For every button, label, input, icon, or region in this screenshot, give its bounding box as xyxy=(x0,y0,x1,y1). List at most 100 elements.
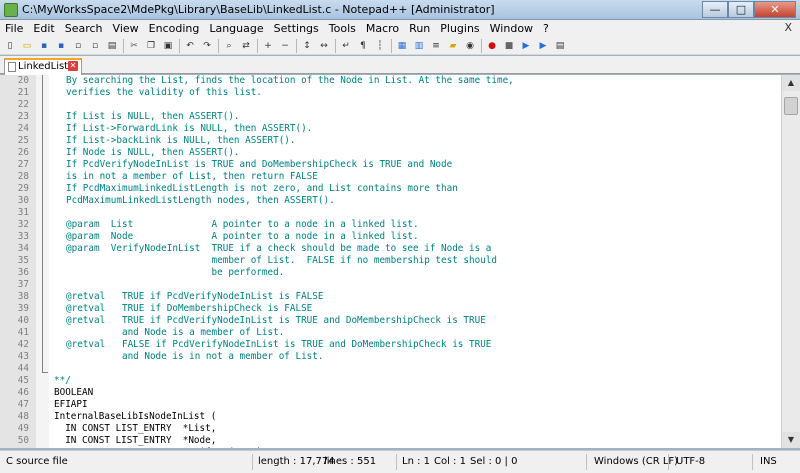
line-number: 49 xyxy=(17,423,29,434)
find-icon[interactable]: ⌕ xyxy=(222,39,236,53)
line-number: 50 xyxy=(17,435,29,446)
tab-close-icon[interactable]: ✕ xyxy=(68,61,78,71)
word-wrap-icon[interactable]: ↵ xyxy=(339,39,353,53)
status-file-type: C source file xyxy=(6,456,68,467)
code-editor[interactable]: 20 By searching the List, finds the locat… xyxy=(0,75,800,448)
line-number: 29 xyxy=(17,183,29,194)
code-line: 26 If Node is NULL, then ASSERT(). xyxy=(0,147,781,159)
toolbar-separator xyxy=(218,38,219,53)
close-all-icon[interactable]: ▫ xyxy=(88,39,102,53)
menu-run[interactable]: Run xyxy=(404,22,435,35)
line-text: BOOLEAN xyxy=(54,387,94,398)
code-line: 44 xyxy=(0,363,781,375)
line-number: 51 xyxy=(0,447,29,448)
menu-file[interactable]: File xyxy=(0,22,28,35)
scroll-up-icon[interactable]: ▲ xyxy=(782,75,800,91)
function-list-icon[interactable]: ≡ xyxy=(429,39,443,53)
close-file-icon[interactable]: ▫ xyxy=(71,39,85,53)
user-language-icon[interactable]: ▦ xyxy=(395,39,409,53)
code-line: 29 If PcdMaximumLinkedListLength is not z… xyxy=(0,183,781,195)
line-number: 26 xyxy=(17,147,29,158)
save-icon[interactable]: ▪ xyxy=(37,39,51,53)
line-number: 25 xyxy=(17,135,29,146)
menu-edit[interactable]: Edit xyxy=(28,22,59,35)
line-number: 38 xyxy=(17,291,29,302)
zoom-in-icon[interactable]: + xyxy=(261,39,275,53)
new-file-icon[interactable]: ▯ xyxy=(3,39,17,53)
doc-map-icon[interactable]: ▥ xyxy=(412,39,426,53)
menu-language[interactable]: Language xyxy=(204,22,268,35)
menu-macro[interactable]: Macro xyxy=(361,22,404,35)
paste-icon[interactable]: ▣ xyxy=(161,39,175,53)
line-number: 37 xyxy=(17,279,29,290)
line-number: 43 xyxy=(17,351,29,362)
monitoring-icon[interactable]: ◉ xyxy=(463,39,477,53)
line-number: 30 xyxy=(17,195,29,206)
code-line: 34 @param VerifyNodeInList TRUE if a chec… xyxy=(0,243,781,255)
code-line: 41 and Node is a member of List. xyxy=(0,327,781,339)
menu-help[interactable]: ? xyxy=(538,22,554,35)
maximize-button[interactable]: □ xyxy=(728,1,754,18)
sync-vertical-icon[interactable]: ↕ xyxy=(300,39,314,53)
title-bar: C:\MyWorksSpace2\MdePkg\Library\BaseLib\… xyxy=(0,0,800,20)
code-line: 46 BOOLEAN xyxy=(0,387,781,399)
play-macro-icon[interactable]: ▶ xyxy=(519,39,533,53)
line-number: 47 xyxy=(17,399,29,410)
menu-plugins[interactable]: Plugins xyxy=(435,22,484,35)
line-text: be performed. xyxy=(66,267,285,278)
line-number: 48 xyxy=(17,411,29,422)
zoom-out-icon[interactable]: − xyxy=(278,39,292,53)
line-text: verifies the validity of this list. xyxy=(66,87,262,98)
scrollbar-thumb[interactable] xyxy=(784,97,798,115)
notepadpp-app-icon xyxy=(4,3,18,17)
line-number: 40 xyxy=(17,315,29,326)
line-number: 42 xyxy=(17,339,29,350)
close-window-button[interactable]: ✕ xyxy=(754,1,796,18)
status-lines: lines : 551 xyxy=(324,456,377,467)
code-line: 28 is in not a member of List, then retur… xyxy=(0,171,781,183)
close-document-button[interactable]: X xyxy=(784,21,792,34)
indent-guide-icon[interactable]: ┆ xyxy=(373,39,387,53)
save-macro-icon[interactable]: ▤ xyxy=(553,39,567,53)
undo-icon[interactable]: ↶ xyxy=(183,39,197,53)
line-number: 23 xyxy=(17,111,29,122)
scroll-down-icon[interactable]: ▼ xyxy=(782,432,800,448)
code-line: 35 member of List. FALSE if no membershi… xyxy=(0,255,781,267)
code-line: 33 @param Node A pointer to a node in a l… xyxy=(0,231,781,243)
line-number: 39 xyxy=(17,303,29,314)
vertical-scrollbar[interactable]: ▲ ▼ xyxy=(781,75,800,448)
sync-horizontal-icon[interactable]: ↔ xyxy=(317,39,331,53)
record-macro-icon[interactable]: ● xyxy=(485,39,499,53)
line-number: 41 xyxy=(17,327,29,338)
line-text: **/ xyxy=(54,375,71,386)
code-line: 38 @retval TRUE if PcdVerifyNodeInList is… xyxy=(0,291,781,303)
toolbar-separator xyxy=(296,38,297,53)
toolbar-separator xyxy=(335,38,336,53)
code-line: 23 If List is NULL, then ASSERT(). xyxy=(0,111,781,123)
folder-workspace-icon[interactable]: ▰ xyxy=(446,39,460,53)
save-all-icon[interactable]: ▪ xyxy=(54,39,68,53)
menu-tools[interactable]: Tools xyxy=(324,22,361,35)
run-macro-multiple-icon[interactable]: ▶ xyxy=(536,39,550,53)
redo-icon[interactable]: ↷ xyxy=(200,39,214,53)
show-all-chars-icon[interactable]: ¶ xyxy=(356,39,370,53)
line-text: is in not a member of List, then return … xyxy=(66,171,318,182)
copy-icon[interactable]: ❐ xyxy=(144,39,158,53)
menu-encoding[interactable]: Encoding xyxy=(144,22,205,35)
line-number: 27 xyxy=(17,159,29,170)
stop-record-icon[interactable]: ■ xyxy=(502,39,516,53)
code-line: 48 InternalBaseLibIsNodeInList ( xyxy=(0,411,781,423)
replace-icon[interactable]: ⇄ xyxy=(239,39,253,53)
menu-window[interactable]: Window xyxy=(485,22,538,35)
code-line: 43 and Node is in not a member of List. xyxy=(0,351,781,363)
menu-search[interactable]: Search xyxy=(60,22,108,35)
menu-settings[interactable]: Settings xyxy=(269,22,324,35)
line-text: @retval FALSE if PcdVerifyNodeInList is … xyxy=(66,339,492,350)
open-file-icon[interactable]: ▭ xyxy=(20,39,34,53)
print-icon[interactable]: ▤ xyxy=(105,39,119,53)
cut-icon[interactable]: ✂ xyxy=(127,39,141,53)
minimize-button[interactable]: — xyxy=(702,1,728,18)
tab-linkedlist[interactable]: LinkedList.c ✕ xyxy=(4,58,82,75)
menu-view[interactable]: View xyxy=(108,22,144,35)
tab-bar: LinkedList.c ✕ xyxy=(0,56,800,75)
